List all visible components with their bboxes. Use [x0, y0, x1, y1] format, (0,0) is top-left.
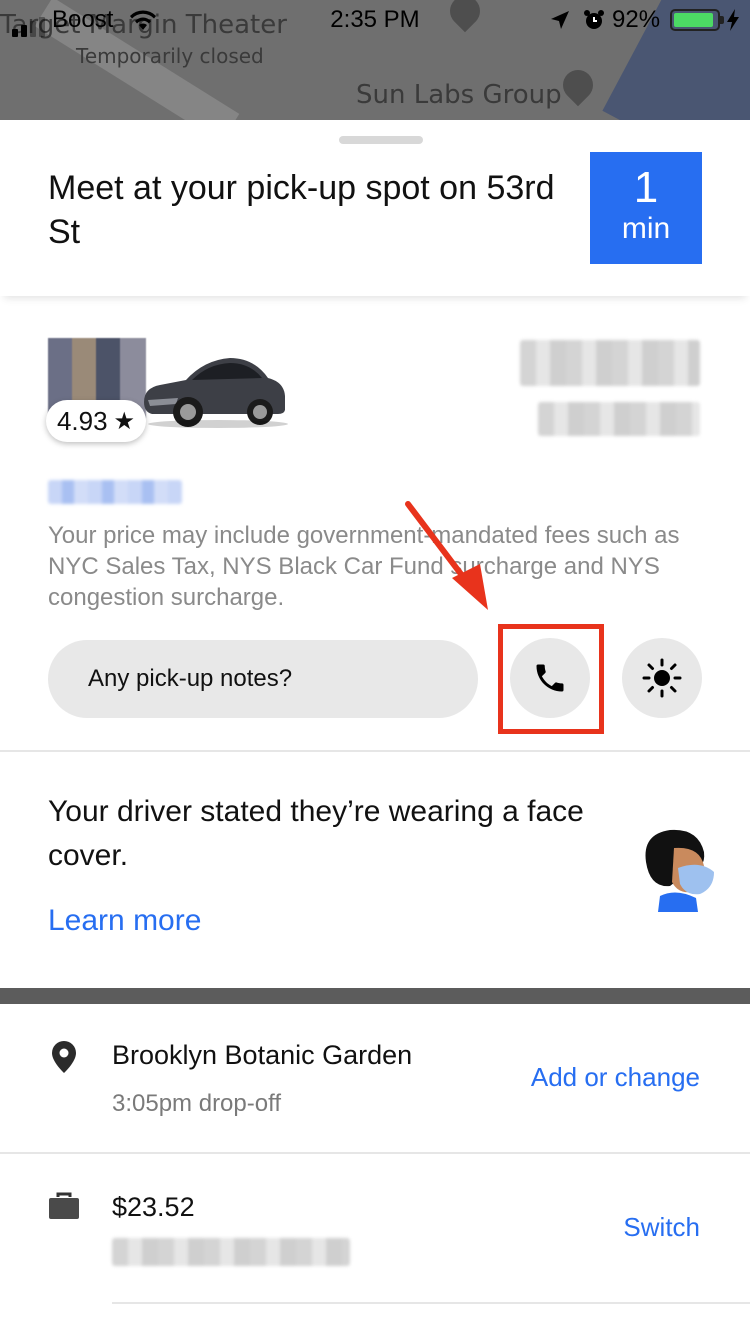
map-label-status: Temporarily closed: [76, 44, 264, 68]
map-background-strip: [0, 988, 750, 1004]
trip-header: Meet at your pick-up spot on 53rd St 1 m…: [0, 120, 750, 296]
license-plate-redacted: [520, 340, 700, 386]
driver-name-redacted[interactable]: [48, 480, 182, 504]
fees-notice: Your price may include government-mandat…: [48, 522, 680, 611]
car-model-redacted: [538, 402, 700, 436]
map-pin-icon: [556, 63, 600, 107]
alarm-icon: [584, 10, 604, 29]
pickup-notes-input[interactable]: Any pick-up notes?: [48, 640, 478, 718]
section-divider: [0, 1152, 750, 1154]
add-or-change-destination-button[interactable]: Add or change: [531, 1062, 700, 1093]
annotation-arrow-icon: [405, 501, 488, 610]
annotation-highlight-box: [498, 624, 604, 734]
eta-value: 1: [633, 163, 659, 212]
battery-icon: [670, 9, 724, 31]
briefcase-icon: [49, 1192, 79, 1219]
masked-driver-illustration: [645, 829, 714, 912]
sheet-grabber[interactable]: [339, 136, 423, 144]
pickup-headline: Meet at your pick-up spot on 53rd St: [48, 169, 555, 251]
payment-method-redacted: [112, 1238, 350, 1266]
location-arrow-icon: [551, 11, 569, 29]
eta-badge: 1 min: [590, 152, 702, 264]
pin-icon: [52, 1041, 76, 1073]
dropoff-time: 3:05pm drop-off: [112, 1090, 281, 1117]
rating-value: 4.93: [56, 405, 108, 436]
beacon-button[interactable]: [622, 638, 702, 718]
beacon-icon: [642, 658, 682, 698]
section-divider: [0, 750, 750, 752]
switch-payment-button[interactable]: Switch: [623, 1212, 700, 1243]
status-bar: Boost 2:35 PM 92%: [0, 0, 750, 40]
section-divider: [112, 1302, 750, 1304]
trip-price: $23.52: [112, 1192, 195, 1222]
star-icon: ★: [113, 407, 136, 435]
charging-icon: [727, 9, 739, 31]
face-cover-message: Your driver stated they’re wearing a fac…: [48, 795, 584, 872]
driver-rating: 4.93 ★: [46, 400, 146, 442]
battery-percent: 92%: [612, 6, 661, 33]
eta-unit: min: [621, 212, 671, 245]
map-label-sunlabs: Sun Labs Group: [356, 80, 562, 110]
car-image: [144, 358, 288, 428]
destination-name: Brooklyn Botanic Garden: [112, 1040, 413, 1070]
learn-more-link[interactable]: Learn more: [48, 904, 201, 938]
